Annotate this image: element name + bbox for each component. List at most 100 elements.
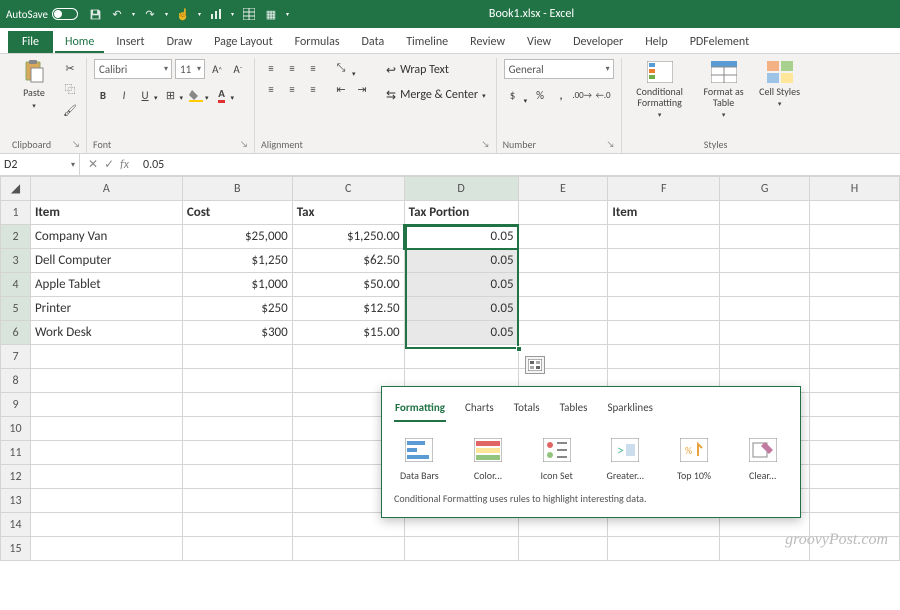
row-header-3[interactable]: 3 (1, 249, 31, 273)
chevron-down-icon[interactable] (132, 12, 135, 16)
align-center-icon[interactable]: ≡ (282, 79, 302, 99)
cell-a3[interactable]: Dell Computer (30, 249, 182, 273)
chart-icon[interactable] (209, 7, 223, 21)
italic-button[interactable]: I (114, 85, 134, 105)
row-header-9[interactable]: 9 (1, 393, 31, 417)
chevron-down-icon[interactable] (231, 12, 234, 16)
orientation-icon[interactable]: ⤡ (331, 58, 351, 78)
row-header-12[interactable]: 12 (1, 465, 31, 489)
cell-e3[interactable] (518, 249, 608, 273)
cell-a1[interactable]: Item (30, 201, 182, 225)
table-icon[interactable] (242, 7, 256, 21)
cell-g3[interactable] (720, 249, 810, 273)
qa-tab-totals[interactable]: Totals (513, 399, 541, 422)
align-right-icon[interactable]: ≡ (303, 79, 323, 99)
row-header-13[interactable]: 13 (1, 489, 31, 513)
view-icon[interactable]: ▦ (264, 7, 278, 21)
tab-developer[interactable]: Developer (563, 31, 633, 53)
fill-handle[interactable] (516, 346, 522, 352)
row-header-11[interactable]: 11 (1, 441, 31, 465)
cell-d3[interactable]: 0.05 (404, 249, 518, 273)
cell-f2[interactable] (608, 225, 720, 249)
row-header-2[interactable]: 2 (1, 225, 31, 249)
row-header-4[interactable]: 4 (1, 273, 31, 297)
col-header-e[interactable]: E (518, 177, 608, 201)
grow-font-icon[interactable]: A^ (207, 59, 227, 79)
row-header-1[interactable]: 1 (1, 201, 31, 225)
col-header-f[interactable]: F (608, 177, 720, 201)
cell-h2[interactable] (810, 225, 900, 249)
qa-item-databars[interactable]: Data Bars (394, 437, 445, 482)
tab-page-layout[interactable]: Page Layout (204, 31, 282, 53)
col-header-a[interactable]: A (30, 177, 182, 201)
cell-b6[interactable]: $300 (182, 321, 292, 345)
fx-icon[interactable]: fx (120, 158, 129, 172)
bold-button[interactable]: B (93, 85, 113, 105)
tab-view[interactable]: View (517, 31, 561, 53)
cut-icon[interactable]: ✂ (60, 58, 80, 78)
cell-styles-button[interactable]: Cell Styles▾ (756, 58, 804, 110)
align-middle-icon[interactable]: ≡ (282, 58, 302, 78)
decrease-decimal-icon[interactable]: ←.0 (593, 85, 613, 105)
cell-a4[interactable]: Apple Tablet (30, 273, 182, 297)
percent-format-icon[interactable]: % (530, 85, 550, 105)
align-left-icon[interactable]: ≡ (261, 79, 281, 99)
number-format-combo[interactable]: General (504, 59, 614, 79)
cell-c2[interactable]: $1,250.00 (292, 225, 404, 249)
undo-icon[interactable]: ↶ (110, 7, 124, 21)
quick-analysis-button[interactable] (525, 356, 545, 374)
qa-item-clear[interactable]: Clear... (737, 437, 788, 482)
row-header-10[interactable]: 10 (1, 417, 31, 441)
cell-a2[interactable]: Company Van (30, 225, 182, 249)
worksheet-grid[interactable]: ◢ A B C D E F G H 1 Item Cost Tax Tax Po… (0, 176, 900, 561)
qa-tab-formatting[interactable]: Formatting (394, 399, 446, 422)
cell-f6[interactable] (608, 321, 720, 345)
cell-h1[interactable] (810, 201, 900, 225)
cell-h3[interactable] (810, 249, 900, 273)
align-top-icon[interactable]: ≡ (261, 58, 281, 78)
cell-b1[interactable]: Cost (182, 201, 292, 225)
dialog-launcher-icon[interactable]: ↘ (72, 139, 80, 150)
row-header-15[interactable]: 15 (1, 537, 31, 561)
wrap-text-button[interactable]: ↩Wrap Text (382, 58, 490, 82)
comma-format-icon[interactable]: , (551, 85, 571, 105)
font-color-icon[interactable]: A (212, 85, 232, 105)
row-header-7[interactable]: 7 (1, 345, 31, 369)
copy-icon[interactable]: ⿻ (60, 79, 80, 99)
select-all-cell[interactable]: ◢ (1, 177, 31, 201)
qa-tab-tables[interactable]: Tables (559, 399, 589, 422)
shrink-font-icon[interactable]: Aˇ (228, 59, 248, 79)
col-header-c[interactable]: C (292, 177, 404, 201)
tab-draw[interactable]: Draw (157, 31, 203, 53)
tab-insert[interactable]: Insert (106, 31, 154, 53)
decrease-indent-icon[interactable]: ⇤ (331, 79, 351, 99)
qa-tab-charts[interactable]: Charts (464, 399, 495, 422)
cell-g1[interactable] (720, 201, 810, 225)
row-header-6[interactable]: 6 (1, 321, 31, 345)
cell-e2[interactable] (518, 225, 608, 249)
cell-d2[interactable]: 0.05 (404, 225, 518, 249)
cell-g2[interactable] (720, 225, 810, 249)
cell-d5[interactable]: 0.05 (404, 297, 518, 321)
tab-pdfelement[interactable]: PDFelement (680, 31, 759, 53)
chevron-down-icon[interactable] (198, 12, 201, 16)
row-header-8[interactable]: 8 (1, 369, 31, 393)
font-size-combo[interactable]: 11 (175, 59, 205, 79)
underline-button[interactable]: U (135, 85, 155, 105)
cell-h6[interactable] (810, 321, 900, 345)
chevron-down-icon[interactable] (165, 12, 168, 16)
dialog-launcher-icon[interactable]: ↘ (607, 139, 615, 150)
cell-c4[interactable]: $50.00 (292, 273, 404, 297)
cell-d1[interactable]: Tax Portion (404, 201, 518, 225)
cell-d6[interactable]: 0.05 (404, 321, 518, 345)
redo-icon[interactable]: ↷ (143, 7, 157, 21)
formula-bar[interactable]: 0.05 (137, 158, 900, 172)
cell-c3[interactable]: $62.50 (292, 249, 404, 273)
cell-e6[interactable] (518, 321, 608, 345)
cell-f1[interactable]: Item (608, 201, 720, 225)
font-name-combo[interactable]: Calibri (94, 59, 172, 79)
tab-data[interactable]: Data (352, 31, 395, 53)
increase-indent-icon[interactable]: ⇥ (352, 79, 372, 99)
cell-g6[interactable] (720, 321, 810, 345)
tab-home[interactable]: Home (55, 31, 104, 53)
